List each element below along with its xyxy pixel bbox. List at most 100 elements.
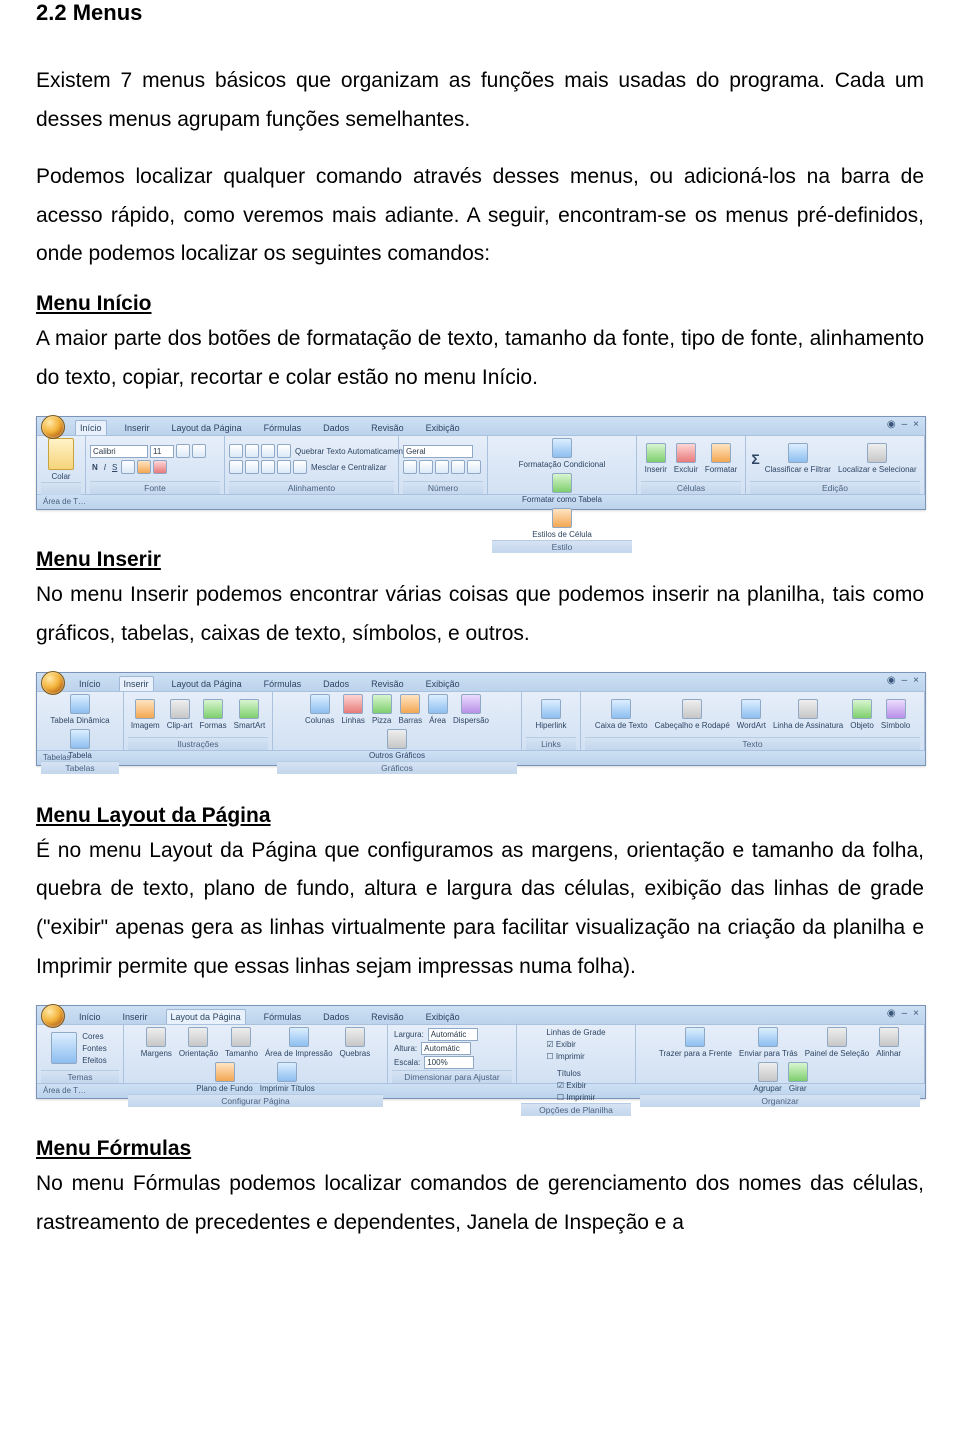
fonts-label[interactable]: Fontes — [80, 1043, 108, 1054]
align-center-icon[interactable] — [245, 460, 259, 474]
tab-inicio[interactable]: Início — [75, 1010, 105, 1024]
sort-filter-icon[interactable] — [788, 443, 808, 463]
find-select-icon[interactable] — [867, 443, 887, 463]
insert-cell-icon[interactable] — [646, 443, 666, 463]
bold-button[interactable]: N — [90, 462, 100, 473]
tab-exibicao[interactable]: Exibição — [422, 1010, 464, 1024]
colors-label[interactable]: Cores — [80, 1031, 105, 1042]
hyperlink-icon[interactable] — [541, 699, 561, 719]
selection-pane-icon[interactable] — [827, 1027, 847, 1047]
headings-print-check[interactable]: ☐ Imprimir — [555, 1092, 597, 1103]
gridlines-show-check[interactable]: ☑ Exibir — [544, 1039, 577, 1050]
tab-exibicao[interactable]: Exibição — [422, 421, 464, 435]
gridlines-print-check[interactable]: ☐ Imprimir — [544, 1051, 586, 1062]
chart-other-icon[interactable] — [387, 729, 407, 749]
tab-inserir[interactable]: Inserir — [119, 676, 154, 691]
align-middle-icon[interactable] — [245, 444, 259, 458]
number-format-combo[interactable]: Geral — [403, 445, 473, 458]
chart-column-icon[interactable] — [310, 694, 330, 714]
align-right-icon[interactable] — [261, 460, 275, 474]
chart-area-icon[interactable] — [428, 694, 448, 714]
width-combo[interactable]: Automátic — [428, 1028, 478, 1041]
inc-decimal-icon[interactable] — [451, 460, 465, 474]
print-titles-icon[interactable] — [277, 1062, 297, 1082]
breaks-icon[interactable] — [345, 1027, 365, 1047]
background-icon[interactable] — [215, 1062, 235, 1082]
tab-revisao[interactable]: Revisão — [367, 1010, 408, 1024]
office-button-icon[interactable] — [41, 1004, 65, 1028]
size-icon[interactable] — [231, 1027, 251, 1047]
grow-font-icon[interactable] — [176, 444, 190, 458]
headings-show-check[interactable]: ☑ Exibir — [555, 1080, 588, 1091]
tab-revisao[interactable]: Revisão — [367, 421, 408, 435]
header-footer-icon[interactable] — [682, 699, 702, 719]
indent-dec-icon[interactable] — [277, 460, 291, 474]
tab-dados[interactable]: Dados — [319, 677, 353, 691]
office-button-icon[interactable] — [41, 415, 65, 439]
currency-icon[interactable] — [403, 460, 417, 474]
shapes-icon[interactable] — [203, 699, 223, 719]
tab-layout[interactable]: Layout da Página — [168, 677, 246, 691]
effects-label[interactable]: Efeitos — [80, 1055, 108, 1066]
minimize-icon[interactable]: – — [902, 1008, 908, 1019]
cond-format-icon[interactable] — [552, 438, 572, 458]
tab-formulas[interactable]: Fórmulas — [260, 421, 306, 435]
align-icon[interactable] — [879, 1027, 899, 1047]
percent-icon[interactable] — [419, 460, 433, 474]
format-cell-icon[interactable] — [711, 443, 731, 463]
close-icon[interactable]: × — [913, 1008, 919, 1019]
help-icon[interactable]: ◉ — [887, 419, 896, 430]
tab-inserir[interactable]: Inserir — [121, 421, 154, 435]
shrink-font-icon[interactable] — [192, 444, 206, 458]
autosum-icon[interactable]: Σ — [751, 451, 759, 467]
orientation-icon[interactable] — [277, 444, 291, 458]
align-bottom-icon[interactable] — [261, 444, 275, 458]
align-top-icon[interactable] — [229, 444, 243, 458]
symbol-icon[interactable] — [886, 699, 906, 719]
comma-icon[interactable] — [435, 460, 449, 474]
tab-revisao[interactable]: Revisão — [367, 677, 408, 691]
clipart-icon[interactable] — [170, 699, 190, 719]
paste-icon[interactable] — [48, 438, 74, 470]
tab-layout[interactable]: Layout da Página — [168, 421, 246, 435]
font-size-combo[interactable]: 11 — [150, 445, 174, 458]
tab-inicio[interactable]: Início — [75, 677, 105, 691]
indent-inc-icon[interactable] — [293, 460, 307, 474]
table-icon[interactable] — [70, 729, 90, 749]
tab-formulas[interactable]: Fórmulas — [260, 677, 306, 691]
tab-dados[interactable]: Dados — [319, 1010, 353, 1024]
send-back-icon[interactable] — [758, 1027, 778, 1047]
align-left-icon[interactable] — [229, 460, 243, 474]
themes-icon[interactable] — [51, 1032, 77, 1064]
chart-line-icon[interactable] — [343, 694, 363, 714]
fill-color-icon[interactable] — [137, 460, 151, 474]
chart-scatter-icon[interactable] — [461, 694, 481, 714]
chart-pie-icon[interactable] — [372, 694, 392, 714]
textbox-icon[interactable] — [611, 699, 631, 719]
height-combo[interactable]: Automátic — [421, 1042, 471, 1055]
bring-front-icon[interactable] — [685, 1027, 705, 1047]
minimize-icon[interactable]: – — [902, 419, 908, 430]
format-table-icon[interactable] — [552, 473, 572, 493]
tab-layout[interactable]: Layout da Página — [166, 1009, 246, 1024]
tab-inicio[interactable]: Início — [75, 420, 107, 435]
tab-exibicao[interactable]: Exibição — [422, 677, 464, 691]
minimize-icon[interactable]: – — [902, 675, 908, 686]
rotate-icon[interactable] — [788, 1062, 808, 1082]
help-icon[interactable]: ◉ — [887, 1008, 896, 1019]
scale-combo[interactable]: 100% — [424, 1056, 474, 1069]
close-icon[interactable]: × — [913, 419, 919, 430]
delete-cell-icon[interactable] — [676, 443, 696, 463]
merge-center-button[interactable]: Mesclar e Centralizar — [309, 462, 389, 473]
print-area-icon[interactable] — [289, 1027, 309, 1047]
help-icon[interactable]: ◉ — [887, 675, 896, 686]
office-button-icon[interactable] — [41, 671, 65, 695]
underline-button[interactable]: S — [110, 462, 119, 473]
wrap-text-button[interactable]: Quebrar Texto Automaticamente — [293, 446, 412, 457]
object-icon[interactable] — [852, 699, 872, 719]
chart-bar-icon[interactable] — [400, 694, 420, 714]
margins-icon[interactable] — [146, 1027, 166, 1047]
group-icon[interactable] — [758, 1062, 778, 1082]
border-icon[interactable] — [121, 460, 135, 474]
signature-icon[interactable] — [798, 699, 818, 719]
